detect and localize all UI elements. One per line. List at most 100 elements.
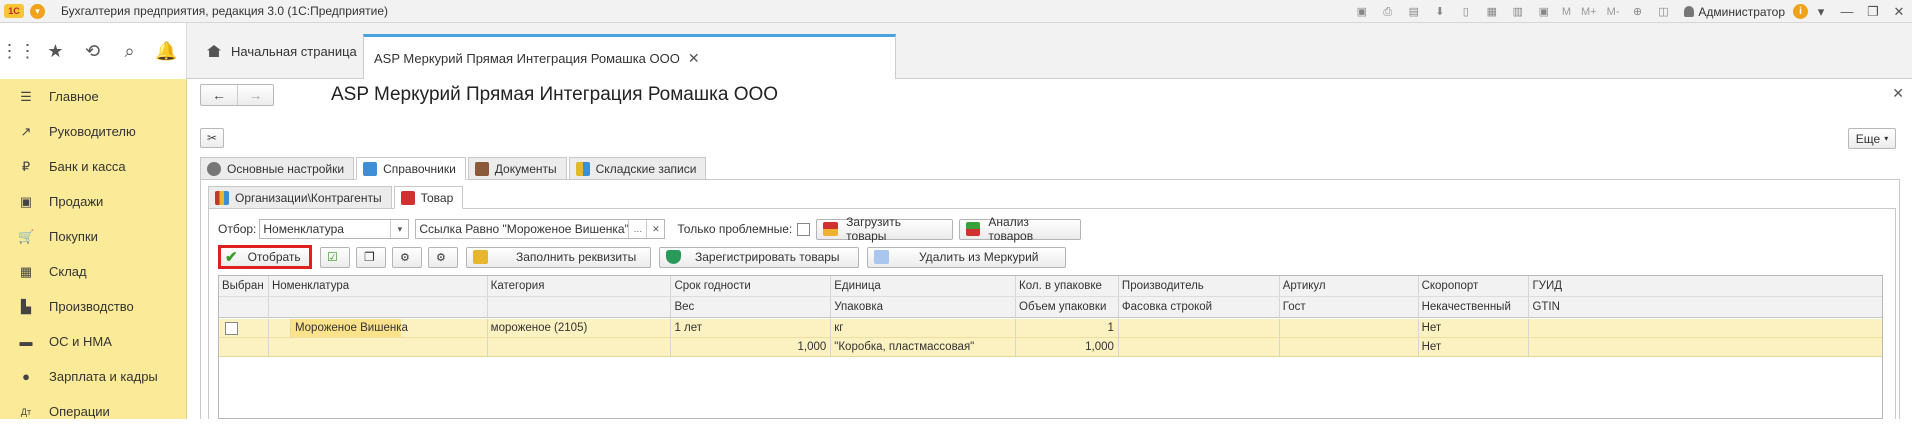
cell-manufacturer[interactable] xyxy=(1119,319,1280,337)
sidebar-item-operations[interactable]: Дт Операции xyxy=(0,394,186,429)
settings-tools-button[interactable]: ✂ xyxy=(200,128,224,148)
cell-pack-qty[interactable]: 1 xyxy=(1016,319,1119,337)
cell-low-quality[interactable]: Нет xyxy=(1419,338,1530,356)
fill-attributes-button[interactable]: Заполнить реквизиты xyxy=(466,246,651,268)
close-form-icon[interactable]: ✕ xyxy=(1892,85,1904,102)
column-header-gtin[interactable]: GTIN xyxy=(1529,297,1882,317)
cell-nomenclature[interactable]: Мороженое Вишенка xyxy=(269,319,488,337)
column-header-weight[interactable]: Вес xyxy=(671,297,832,317)
cell-pack-volume[interactable]: 1,000 xyxy=(1016,338,1119,356)
column-header-packaging[interactable]: Упаковка xyxy=(831,297,1017,317)
close-window-icon[interactable]: ✕ xyxy=(1886,4,1912,20)
cell-perishable[interactable]: Нет xyxy=(1419,319,1530,337)
column-header-packing-string[interactable]: Фасовка строкой xyxy=(1119,297,1280,317)
ellipsis-icon[interactable]: … xyxy=(628,220,646,238)
main-menu-button[interactable]: ▾ xyxy=(30,3,45,19)
subtab-goods[interactable]: Товар xyxy=(393,186,464,209)
check-all-button[interactable]: ☑ xyxy=(320,246,350,268)
cell-article[interactable] xyxy=(1280,319,1419,337)
cell-gtin[interactable] xyxy=(1529,338,1882,356)
sidebar-item-sales[interactable]: ▣ Продажи xyxy=(0,184,186,219)
settings-list-button[interactable]: ⚙ xyxy=(392,246,422,268)
sidebar-item-warehouse[interactable]: ▦ Склад xyxy=(0,254,186,289)
select-button[interactable]: ✔ Отобрать xyxy=(218,245,312,269)
history-icon[interactable]: ⟲ xyxy=(74,41,111,62)
info-icon[interactable]: i xyxy=(1793,4,1808,19)
memory-m-button[interactable]: M xyxy=(1562,6,1571,18)
column-header-shelf-life[interactable]: Срок годности xyxy=(671,276,832,296)
column-header-pack-volume[interactable]: Объем упаковки xyxy=(1016,297,1119,317)
subtab-organizations[interactable]: Организации\Контрагенты xyxy=(208,186,392,209)
delete-from-mercury-button[interactable]: Удалить из Меркурий xyxy=(867,246,1066,268)
apps-grid-icon[interactable]: ⋮⋮ xyxy=(0,41,37,62)
tab-documents[interactable]: Документы xyxy=(467,157,567,180)
sidebar-item-payroll[interactable]: ● Зарплата и кадры xyxy=(0,359,186,394)
column-header-unit[interactable]: Единица xyxy=(831,276,1017,296)
tab-close-icon[interactable]: ✕ xyxy=(688,50,700,67)
column-header-gost[interactable]: Гост xyxy=(1280,297,1419,317)
column-header-category[interactable]: Категория xyxy=(488,276,672,296)
chevron-down-icon[interactable]: ▾ xyxy=(390,220,408,238)
column-header-pack-qty[interactable]: Кол. в упаковке xyxy=(1016,276,1119,296)
column-header-manufacturer[interactable]: Производитель xyxy=(1119,276,1280,296)
forward-arrow-icon[interactable]: → xyxy=(236,85,273,105)
sidebar-item-production[interactable]: ▙ Производство xyxy=(0,289,186,324)
cell-shelf-life[interactable]: 1 лет xyxy=(671,319,832,337)
load-goods-button[interactable]: Загрузить товары xyxy=(816,215,954,243)
cell-weight[interactable]: 1,000 xyxy=(671,338,832,356)
panels-icon[interactable]: ◫ xyxy=(1655,5,1671,19)
calendar-icon[interactable]: ▣ xyxy=(1536,5,1552,19)
row-select-checkbox[interactable] xyxy=(225,321,238,335)
tab-main-settings[interactable]: Основные настройки xyxy=(200,157,355,180)
memory-plus-button[interactable]: M+ xyxy=(1581,6,1597,18)
column-header-perishable[interactable]: Скоропорт xyxy=(1419,276,1530,296)
tab-home[interactable]: Начальная страница xyxy=(197,36,367,66)
memory-minus-button[interactable]: M- xyxy=(1607,6,1620,18)
zoom-icon[interactable]: ⊕ xyxy=(1629,5,1645,19)
download-icon[interactable]: ⬇ xyxy=(1432,5,1448,19)
cell-packaging[interactable]: "Коробка, пластмассовая" xyxy=(831,338,1017,356)
search-icon[interactable]: ⌕ xyxy=(111,41,148,62)
restore-icon[interactable]: ❐ xyxy=(1860,4,1886,20)
document-icon[interactable]: ▯ xyxy=(1458,5,1474,19)
back-arrow-icon[interactable]: ← xyxy=(201,85,237,105)
column-header-low-quality[interactable]: Некачественный xyxy=(1419,297,1530,317)
tab-asp-mercury[interactable]: ASP Меркурий Прямая Интеграция Ромашка О… xyxy=(363,34,896,80)
add-settings-button[interactable]: ⚙ xyxy=(428,246,458,268)
tab-references[interactable]: Справочники xyxy=(356,157,466,180)
minimize-icon[interactable]: — xyxy=(1834,4,1860,19)
column-header-article[interactable]: Артикул xyxy=(1280,276,1419,296)
sidebar-item-purchases[interactable]: 🛒 Покупки xyxy=(0,219,186,254)
table-row[interactable]: 1,000 "Коробка, пластмассовая" 1,000 Нет xyxy=(219,338,1882,357)
cell-unit[interactable]: кг xyxy=(831,319,1017,337)
analyze-goods-button[interactable]: Анализ товаров xyxy=(959,215,1082,243)
preview-icon[interactable]: ▤ xyxy=(1406,5,1422,19)
dropdown-icon[interactable]: ▾ xyxy=(1808,4,1834,20)
cell-guid[interactable] xyxy=(1529,319,1882,337)
cell-category[interactable]: мороженое (2105) xyxy=(488,319,672,337)
cell-gost[interactable] xyxy=(1280,338,1419,356)
sidebar-item-bank[interactable]: ₽ Банк и касса xyxy=(0,149,186,184)
register-goods-button[interactable]: Зарегистрировать товары xyxy=(659,246,859,268)
sidebar-item-assets[interactable]: ▬ ОС и НМА xyxy=(0,324,186,359)
clear-icon[interactable]: ✕ xyxy=(646,220,664,238)
notifications-bell-icon[interactable]: 🔔 xyxy=(148,41,185,62)
filter-condition-field[interactable]: Ссылка Равно "Мороженое Вишенка" … ✕ xyxy=(415,219,666,239)
column-header-nomenclature[interactable]: Номенклатура xyxy=(269,276,488,296)
problem-only-checkbox[interactable] xyxy=(797,222,811,236)
user-menu[interactable]: Администратор xyxy=(1684,5,1785,19)
filter-field-select[interactable]: Номенклатура ▾ xyxy=(259,219,410,239)
column-header-guid[interactable]: ГУИД xyxy=(1529,276,1882,296)
table-row[interactable]: Мороженое Вишенка мороженое (2105) 1 лет… xyxy=(219,319,1882,338)
copy-button[interactable]: ❐ xyxy=(356,246,386,268)
more-menu-button[interactable]: Еще ▾ xyxy=(1848,128,1896,149)
favorites-star-icon[interactable]: ★ xyxy=(37,41,74,62)
sidebar-item-manager[interactable]: ↗ Руководителю xyxy=(0,114,186,149)
tab-warehouse-records[interactable]: Складские записи xyxy=(568,157,707,180)
save-icon[interactable]: ▣ xyxy=(1354,5,1370,19)
row-select-cell[interactable] xyxy=(219,319,269,337)
calculator-icon[interactable]: ▥ xyxy=(1510,5,1526,19)
table-icon[interactable]: ▦ xyxy=(1484,5,1500,19)
sidebar-item-main[interactable]: ☰ Главное xyxy=(0,79,186,114)
cell-packing-string[interactable] xyxy=(1119,338,1280,356)
